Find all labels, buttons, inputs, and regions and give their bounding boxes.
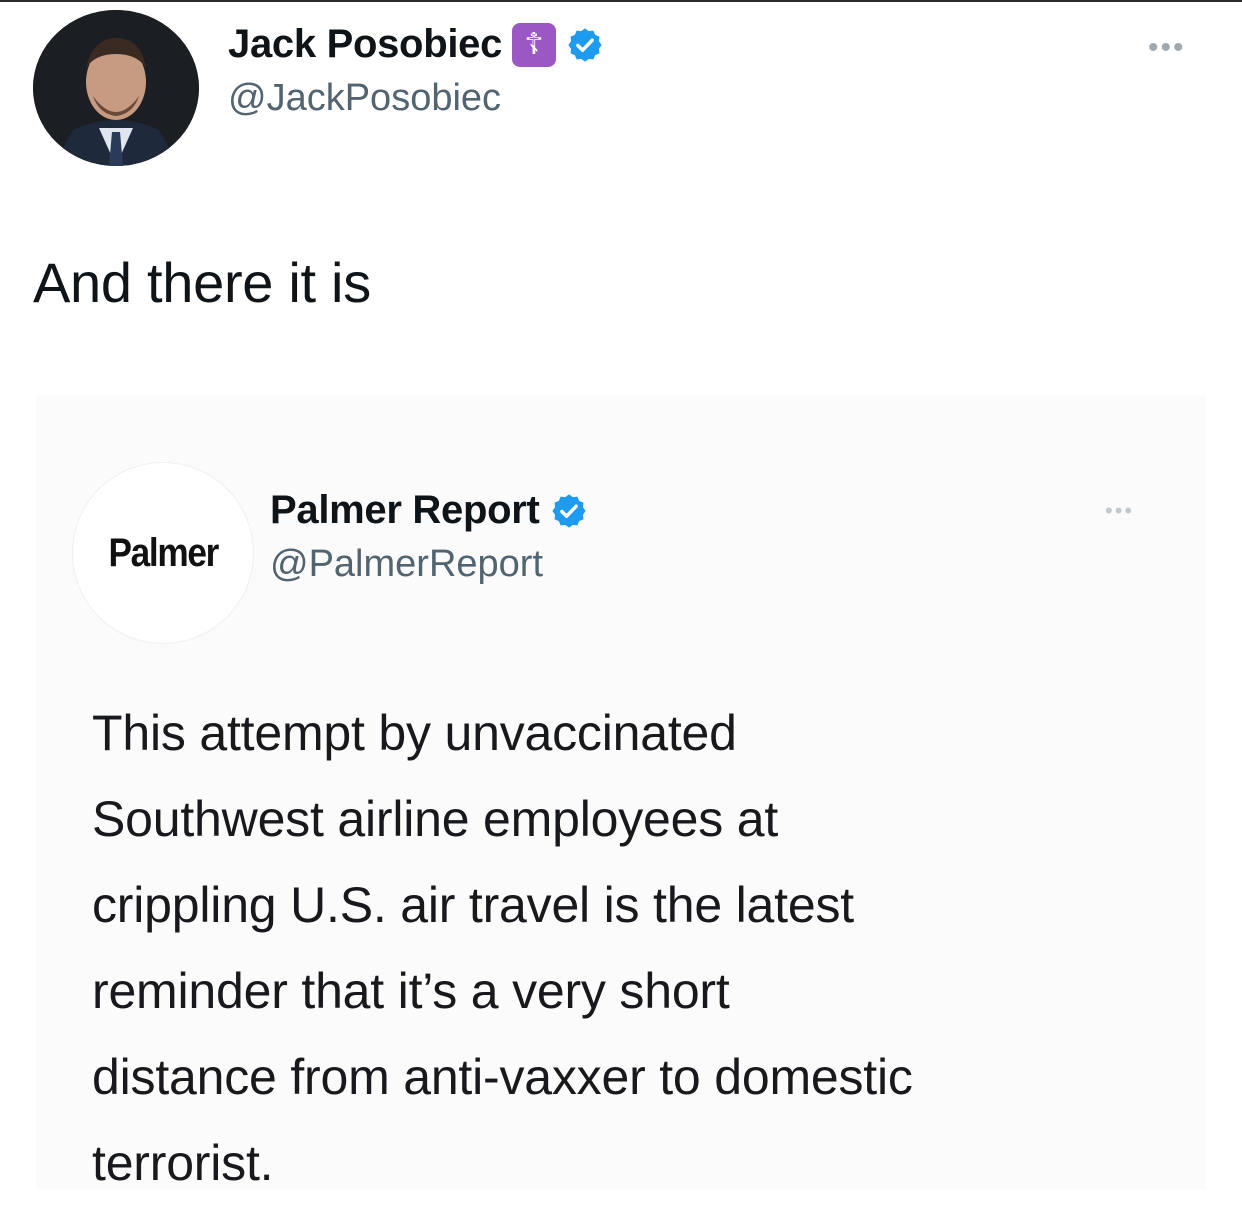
verified-badge-icon <box>551 493 586 528</box>
author-display-name[interactable]: Jack Posobiec <box>228 22 502 67</box>
quoted-text-line: Southwest airline employees at <box>92 791 779 847</box>
quoted-author-avatar[interactable]: Palmer <box>72 462 254 644</box>
quoted-tweet-author[interactable]: Palmer Report @PalmerReport <box>270 488 588 586</box>
profile-avatar[interactable] <box>33 10 199 166</box>
quoted-text-line: This attempt by unvaccinated <box>92 705 737 761</box>
quoted-text-line: reminder that it’s a very short <box>92 963 730 1019</box>
top-border <box>0 0 1242 2</box>
more-options-icon[interactable]: ••• <box>1105 498 1134 524</box>
orthodox-cross-emoji: ☦ <box>512 22 557 67</box>
tweet-author[interactable]: Jack Posobiec ☦ @JackPosobiec <box>228 22 604 120</box>
verified-badge-icon <box>568 27 602 62</box>
more-options-icon[interactable]: ••• <box>1148 33 1186 63</box>
avatar-portrait-image <box>33 10 199 166</box>
tweet-text: And there it is <box>33 251 371 314</box>
quoted-text-line: distance from anti-vaxxer to domestic <box>92 1049 913 1105</box>
quoted-text-line: crippling U.S. air travel is the latest <box>92 877 854 933</box>
author-handle[interactable]: @JackPosobiec <box>228 77 604 120</box>
quoted-text-line: terrorist. <box>92 1135 274 1191</box>
quoted-author-display-name[interactable]: Palmer Report <box>270 488 540 533</box>
palmer-logo: Palmer <box>108 530 219 575</box>
quoted-tweet-text: This attempt by unvaccinated Southwest a… <box>92 690 1192 1206</box>
quoted-author-handle[interactable]: @PalmerReport <box>270 543 588 586</box>
